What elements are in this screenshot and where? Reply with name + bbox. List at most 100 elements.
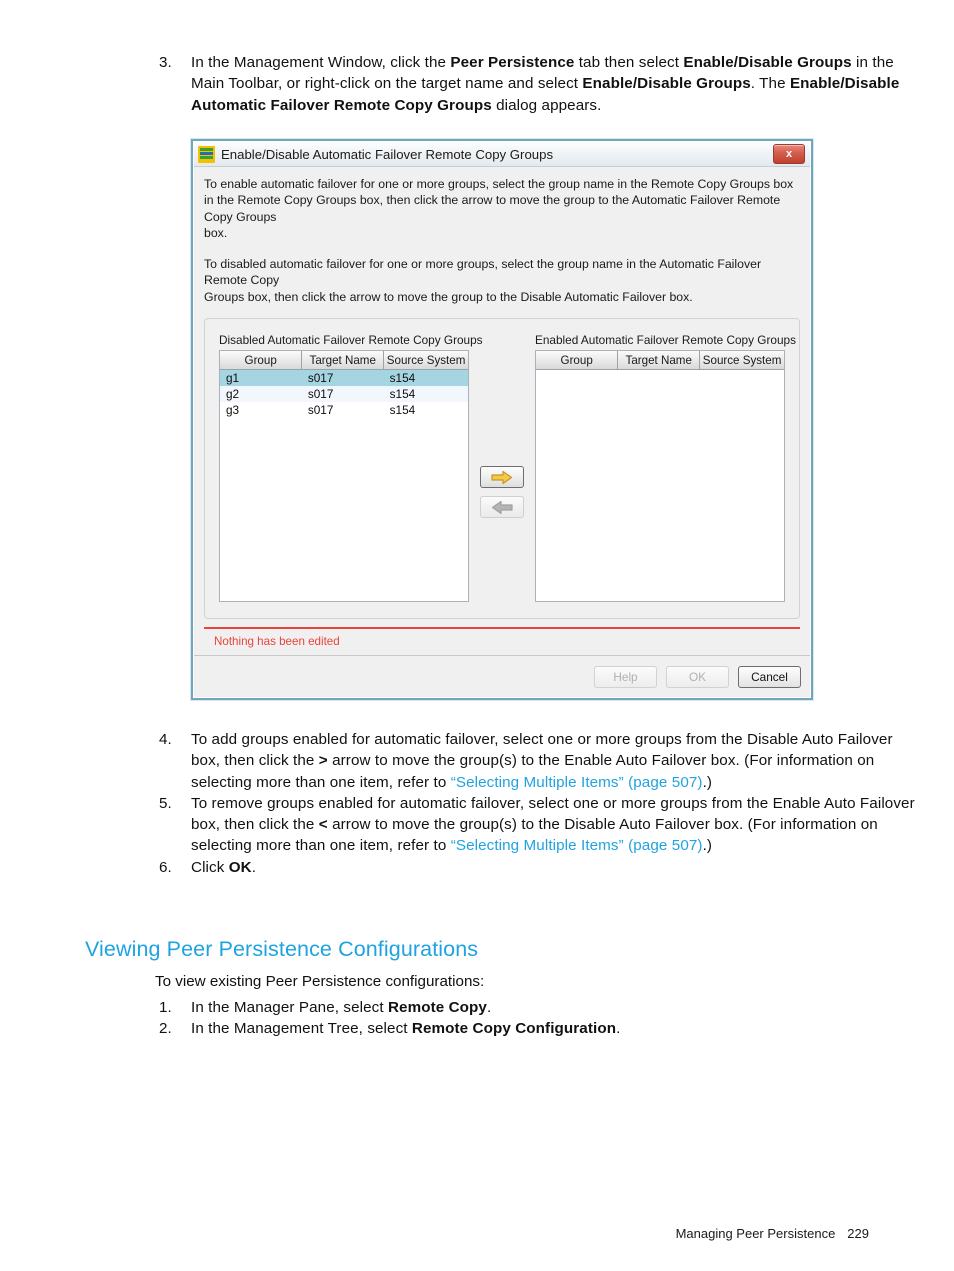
disabled-groups-label: Disabled Automatic Failover Remote Copy … [219, 333, 483, 348]
disabled-groups-column: Disabled Automatic Failover Remote Copy … [219, 333, 483, 602]
enabled-groups-grid[interactable]: Group Target Name Source System [535, 350, 785, 602]
instruction-line: To enable automatic failover for one or … [204, 177, 794, 191]
column-header-source-system[interactable]: Source System [383, 351, 468, 371]
help-button[interactable]: Help [594, 665, 657, 688]
plain-text: .) [702, 837, 713, 855]
cell-target-name: s017 [301, 386, 384, 403]
step-number: 3. [159, 54, 172, 71]
list-item: 3. In the Management Window, click the P… [155, 52, 915, 116]
steps-section: 1. In the Manager Pane, select Remote Co… [155, 997, 915, 1040]
cell-group: g3 [226, 403, 240, 418]
step-number: 4. [159, 731, 172, 748]
cell-source-system: s154 [389, 403, 416, 418]
dialog-titlebar: Enable/Disable Automatic Failover Remote… [194, 142, 810, 167]
step-text: In the Management Window, click the Peer… [191, 52, 915, 116]
list-item: 2. In the Management Tree, select Remote… [155, 1018, 915, 1039]
emphasis-text: > [318, 752, 328, 770]
step-number: 6. [159, 858, 172, 876]
enabled-groups-label: Enabled Automatic Failover Remote Copy G… [535, 333, 796, 348]
table-header-row: Group Target Name Source System [536, 351, 784, 371]
table-row[interactable]: g2 s017 s154 [220, 386, 468, 403]
column-header-target-name[interactable]: Target Name [617, 351, 701, 371]
dialog-instructions: To enable automatic failover for one or … [204, 176, 800, 305]
page-canvas: 3. In the Management Window, click the P… [0, 0, 954, 1271]
list-item: 5. To remove groups enabled for automati… [155, 793, 915, 857]
page-footer: Managing Peer Persistence 229 [676, 1226, 869, 1241]
instruction-line: To disabled automatic failover for one o… [204, 257, 762, 288]
section-intro-text: To view existing Peer Persistence config… [155, 973, 485, 990]
column-header-source-system[interactable]: Source System [699, 351, 784, 371]
disabled-groups-rows: g1 s017 s154 g2 s017 s154 g3 s017 s154 [220, 369, 468, 419]
cell-target-name: s017 [301, 369, 384, 387]
plain-text: tab then select [574, 54, 684, 71]
list-item: 4. To add groups enabled for automatic f… [155, 729, 915, 793]
step-number: 2. [159, 1020, 172, 1038]
close-icon[interactable]: x [773, 144, 805, 164]
footer-page-number: 229 [847, 1226, 869, 1241]
page-title: Viewing Peer Persistence Configurations [85, 937, 479, 961]
dialog-inner-frame: Enable/Disable Automatic Failover Remote… [193, 141, 811, 698]
dialog-title: Enable/Disable Automatic Failover Remote… [221, 146, 554, 162]
dialog-window: Enable/Disable Automatic Failover Remote… [191, 139, 813, 700]
column-header-group[interactable]: Group [536, 351, 619, 371]
status-message: Nothing has been edited [204, 627, 800, 655]
table-row[interactable]: g3 s017 s154 [220, 402, 468, 418]
table-row[interactable]: g1 s017 s154 [220, 369, 468, 387]
emphasis-text: Enable/Disable Groups [582, 75, 751, 93]
plain-text: . [486, 999, 492, 1016]
plain-text: In the Management Window, click the [191, 54, 451, 71]
column-header-target-name[interactable]: Target Name [301, 351, 385, 371]
table-header-row: Group Target Name Source System [220, 351, 468, 371]
emphasis-text: < [318, 816, 328, 834]
step-text: In the Manager Pane, select Remote Copy. [191, 997, 915, 1018]
step-text: In the Management Tree, select Remote Co… [191, 1018, 915, 1039]
cancel-button[interactable]: Cancel [738, 665, 801, 688]
plain-text: In the Management Tree, select [191, 1020, 412, 1038]
move-right-button[interactable] [480, 466, 524, 489]
step-number: 5. [159, 794, 172, 812]
three-par-logo-icon [198, 145, 215, 163]
cell-target-name: s017 [307, 403, 334, 418]
step-text: Click OK. [191, 857, 915, 878]
move-left-button[interactable] [480, 496, 524, 519]
emphasis-text: Enable/Disable Groups [683, 54, 852, 71]
step-text: To add groups enabled for automatic fail… [191, 729, 915, 793]
instruction-line: Groups box, then click the arrow to move… [204, 289, 693, 304]
steps-top: 3. In the Management Window, click the P… [155, 52, 915, 116]
plain-text: . [251, 858, 257, 876]
step-number: 1. [159, 999, 172, 1016]
disabled-groups-grid[interactable]: Group Target Name Source System g1 s017 s1… [219, 350, 469, 602]
steps-bottom: 4. To add groups enabled for automatic f… [155, 729, 915, 878]
cross-reference-link[interactable]: “Selecting Multiple Items” (page 507) [451, 774, 703, 791]
list-item: 6. Click OK. [155, 857, 915, 878]
emphasis-text: OK [228, 858, 252, 876]
cell-source-system: s154 [383, 369, 468, 387]
transfer-buttons [469, 333, 535, 602]
cross-reference-link[interactable]: “Selecting Multiple Items” (page 507) [451, 837, 703, 854]
enabled-groups-column: Enabled Automatic Failover Remote Copy G… [535, 333, 796, 602]
list-item: 1. In the Manager Pane, select Remote Co… [155, 997, 915, 1018]
step-text: To remove groups enabled for automatic f… [191, 793, 915, 857]
plain-text: .) [702, 773, 713, 791]
plain-text: In the Manager Pane, select [191, 999, 388, 1016]
plain-text: . The [750, 75, 790, 93]
emphasis-text: Peer Persistence [450, 54, 575, 71]
footer-chapter: Managing Peer Persistence [675, 1226, 836, 1241]
plain-text: dialog appears. [491, 96, 602, 114]
ok-button[interactable]: OK [666, 665, 729, 688]
transfer-panel: Disabled Automatic Failover Remote Copy … [204, 318, 800, 619]
dialog-body: To enable automatic failover for one or … [194, 167, 810, 655]
dialog-button-bar: Help OK Cancel [194, 655, 810, 697]
cell-group: g2 [220, 386, 302, 403]
cell-source-system: s154 [383, 386, 468, 403]
cell-group: g1 [220, 369, 302, 387]
plain-text: . [616, 1020, 621, 1038]
instruction-line: box. [204, 225, 228, 240]
emphasis-text: Remote Copy [387, 999, 487, 1016]
arrow-left-icon [491, 500, 513, 514]
plain-text: Click [191, 858, 229, 876]
column-header-group[interactable]: Group [220, 351, 303, 371]
instruction-line: in the Remote Copy Groups box, then clic… [204, 193, 781, 224]
emphasis-text: Remote Copy Configuration [411, 1020, 617, 1038]
arrow-right-icon [491, 470, 513, 484]
